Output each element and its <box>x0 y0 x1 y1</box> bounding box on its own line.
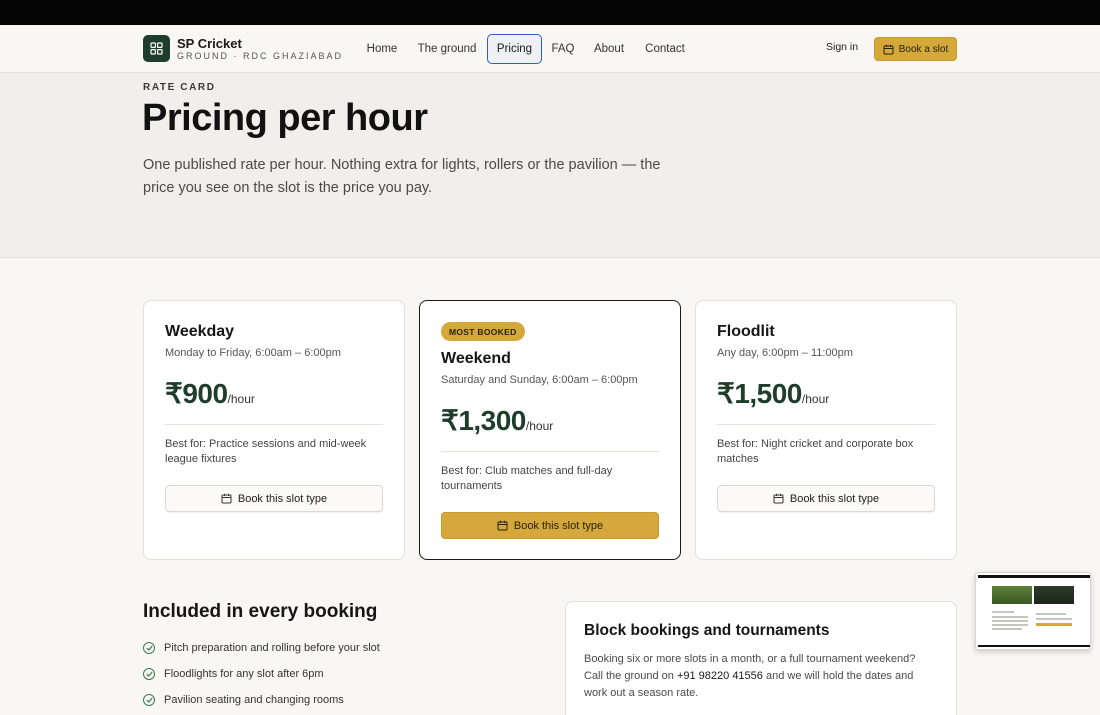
plan-best-for: Best for: Night cricket and corporate bo… <box>717 438 914 465</box>
plan-name: Weekday <box>165 323 235 340</box>
plan-price: ₹1,300/hour <box>441 404 553 437</box>
logo-icon[interactable] <box>143 35 170 62</box>
list-item: Floodlights for any slot after 6pm <box>143 666 324 682</box>
thumb-line <box>992 620 1028 622</box>
included-heading: Included in every booking <box>143 601 378 622</box>
calendar-icon <box>221 493 232 504</box>
cta-label: Book this slot type <box>237 492 328 505</box>
nav-faq[interactable]: FAQ <box>550 34 576 64</box>
page-preview-thumbnail[interactable] <box>975 572 1091 650</box>
hero-lede: One published rate per hour. Nothing ext… <box>143 157 661 196</box>
thumb-bar <box>978 575 1090 578</box>
list-item-label: Pavilion seating and changing rooms <box>164 694 344 706</box>
divider <box>441 451 659 452</box>
nav-pricing[interactable]: Pricing <box>487 34 542 64</box>
plan-price-unit: /hour <box>227 392 255 406</box>
book-slot-type-button[interactable]: Book this slot type <box>165 485 383 512</box>
list-item-label: Floodlights for any slot after 6pm <box>164 668 324 680</box>
thumb-line <box>992 611 1014 613</box>
plan-hours: Monday to Friday, 6:00am – 6:00pm <box>165 347 341 359</box>
plan-card-floodlit: Floodlit Any day, 6:00pm – 11:00pm ₹1,50… <box>695 300 957 560</box>
calendar-icon <box>883 44 894 54</box>
plan-price: ₹900/hour <box>165 377 255 410</box>
list-item: Pitch preparation and rolling before you… <box>143 640 380 656</box>
cta-label: Book this slot type <box>789 492 880 505</box>
thumb-line <box>1036 618 1072 620</box>
thumb-line <box>992 616 1028 618</box>
nav-about[interactable]: About <box>591 34 627 64</box>
check-circle-icon <box>143 668 155 680</box>
book-a-slot-button[interactable]: Book a slot <box>874 37 957 61</box>
plan-best-for: Best for: Practice sessions and mid-week… <box>165 438 367 465</box>
nav-the-ground[interactable]: The ground <box>415 34 479 64</box>
thumb-image <box>992 586 1032 604</box>
top-strip <box>0 0 1100 25</box>
plan-hours: Saturday and Sunday, 6:00am – 6:00pm <box>441 374 638 386</box>
plan-price-unit: /hour <box>525 419 554 433</box>
plan-price-value: ₹1,300 <box>441 405 526 436</box>
phone-link[interactable]: +91 98220 41556 <box>677 670 763 682</box>
divider <box>717 424 935 425</box>
plan-best-for: Best for: Club matches and full-day tour… <box>441 465 613 492</box>
thumb-bar <box>978 645 1090 647</box>
plan-price-value: ₹1,500 <box>717 378 802 409</box>
plan-name: Floodlit <box>717 323 775 340</box>
calendar-icon <box>497 520 508 531</box>
thumb-button <box>1036 623 1072 626</box>
check-circle-icon <box>143 694 155 706</box>
eyebrow: RATE CARD <box>143 82 216 93</box>
brand-subtitle: GROUND · RDC GHAZIABAD <box>177 51 344 61</box>
page-title: Pricing per hour <box>142 97 428 139</box>
thumb-line <box>992 624 1028 626</box>
hero-section: RATE CARD Pricing per hour One published… <box>0 73 1100 258</box>
plan-price: ₹1,500/hour <box>717 377 829 410</box>
thumb-image <box>1034 586 1074 604</box>
nav-home[interactable]: Home <box>363 34 401 64</box>
plan-price-unit: /hour <box>801 392 830 406</box>
site-header: SP Cricket GROUND · RDC GHAZIABAD Home T… <box>0 25 1100 73</box>
plan-card-weekday: Weekday Monday to Friday, 6:00am – 6:00p… <box>143 300 405 560</box>
calendar-icon <box>773 493 784 504</box>
divider <box>165 424 383 425</box>
plan-name: Weekend <box>441 350 511 367</box>
plan-hours: Any day, 6:00pm – 11:00pm <box>717 347 853 359</box>
book-slot-type-button[interactable]: Book this slot type <box>717 485 935 512</box>
book-a-slot-label: Book a slot <box>898 43 949 55</box>
list-item: Pavilion seating and changing rooms <box>143 692 344 708</box>
block-bookings-card: Block bookings and tournaments Booking s… <box>565 601 957 715</box>
plan-card-weekend: MOST BOOKED Weekend Saturday and Sunday,… <box>419 300 681 560</box>
block-bookings-body: Booking six or more slots in a month, or… <box>584 651 934 702</box>
nav-contact[interactable]: Contact <box>642 34 688 64</box>
thumb-line <box>992 628 1022 630</box>
sign-in-link[interactable]: Sign in <box>826 41 858 53</box>
list-item-label: Pitch preparation and rolling before you… <box>164 642 380 654</box>
plan-price-value: ₹900 <box>165 378 228 409</box>
most-booked-badge: MOST BOOKED <box>441 322 525 341</box>
brand-name[interactable]: SP Cricket <box>177 36 242 51</box>
cta-label: Book this slot type <box>513 519 604 532</box>
check-circle-icon <box>143 642 155 654</box>
book-slot-type-button[interactable]: Book this slot type <box>441 512 659 539</box>
thumb-line <box>1036 613 1066 615</box>
block-bookings-title: Block bookings and tournaments <box>584 622 830 639</box>
